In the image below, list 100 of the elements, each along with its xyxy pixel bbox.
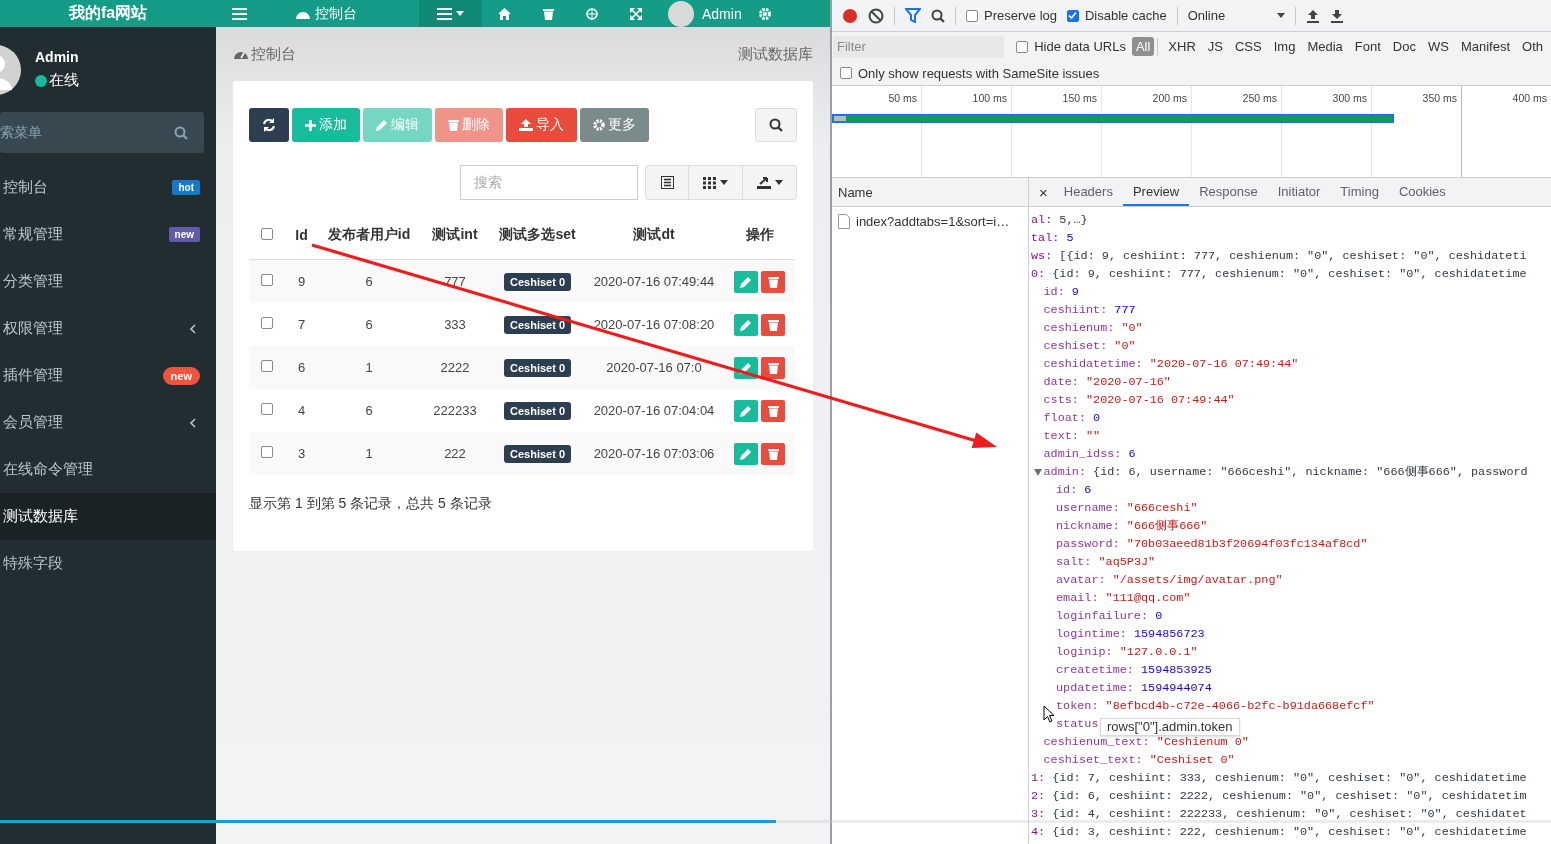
code-line: csts: "2020-07-16 07:49:44" <box>1043 393 1235 407</box>
code-line: updatetime: 1594944074 <box>1056 681 1212 695</box>
sidebar-item[interactable]: 权限管理 <box>0 305 216 352</box>
type-filter-tab[interactable]: CSS <box>1230 37 1266 56</box>
more-button[interactable]: 更多 <box>580 108 649 142</box>
panel-tab[interactable]: Cookies <box>1388 178 1456 206</box>
checkbox[interactable] <box>260 228 273 240</box>
column-header[interactable]: 测试dt <box>633 226 675 242</box>
panel-tab[interactable]: Initiator <box>1267 178 1331 206</box>
delete-button[interactable] <box>761 270 786 293</box>
video-progress-bar[interactable] <box>0 820 1551 823</box>
time-tick: 50 ms <box>888 92 917 104</box>
sidebar-item[interactable]: 特殊字段 <box>0 540 216 587</box>
sidebar-item[interactable]: 插件管理 new <box>0 352 216 399</box>
column-header[interactable]: 发布者用户id <box>327 226 411 242</box>
table-cell: 3 <box>297 446 306 461</box>
sidebar-item[interactable]: 分类管理 <box>0 258 216 305</box>
sidebar-item[interactable]: 会员管理 <box>0 399 216 446</box>
trash-icon <box>767 404 779 417</box>
menu-search-field[interactable]: 索菜单 <box>0 112 204 153</box>
checkbox[interactable] <box>840 67 852 79</box>
column-header[interactable]: 测试int <box>432 226 478 242</box>
type-filter-tab[interactable]: Media <box>1303 37 1347 56</box>
type-filter-tab[interactable]: WS <box>1423 37 1453 56</box>
refresh-button[interactable] <box>249 108 289 142</box>
trash-icon <box>767 361 779 374</box>
checkbox-label[interactable]: Disable cache <box>1085 8 1167 23</box>
time-tick: 400 ms <box>1512 92 1547 104</box>
edit-button[interactable] <box>733 399 758 422</box>
checkbox-label[interactable]: Preserve log <box>984 8 1057 23</box>
clear-icon[interactable] <box>868 7 884 24</box>
filter-icon[interactable] <box>905 8 921 23</box>
checkbox-label[interactable]: Hide data URLs <box>1034 39 1126 54</box>
column-header[interactable]: 测试多选set <box>499 226 576 242</box>
code-line: password: "70b03aeed81b3f20694f03fc134af8cd" <box>1056 537 1368 551</box>
sidebar-item[interactable]: 在线命令管理 <box>0 446 216 493</box>
checkbox[interactable] <box>260 317 273 329</box>
panel-tab[interactable]: Response <box>1189 178 1268 206</box>
checkbox[interactable] <box>260 446 273 458</box>
import-button[interactable]: 导入 <box>506 108 577 142</box>
close-button[interactable]: × <box>1039 183 1048 201</box>
checkbox[interactable] <box>260 403 273 415</box>
dropdown-button[interactable] <box>419 0 482 27</box>
code-line: loginfailure: 0 <box>1056 609 1163 623</box>
delete-button[interactable] <box>761 313 786 336</box>
type-filter-tab[interactable]: Manifest <box>1456 37 1515 56</box>
expand-triangle-icon[interactable] <box>1033 468 1042 476</box>
upload-icon[interactable] <box>1306 8 1321 23</box>
checkbox[interactable] <box>1067 9 1079 22</box>
checkbox[interactable] <box>260 274 273 286</box>
column-header[interactable]: 操作 <box>745 226 774 242</box>
code-line: ceshiint: 777 <box>1043 303 1136 317</box>
checkbox[interactable] <box>966 9 978 22</box>
cursor-icon <box>1043 705 1055 723</box>
set-badge: Ceshiset 0 <box>504 273 571 291</box>
code-line: id: 9 <box>1043 285 1079 299</box>
type-filter-tab[interactable]: Img <box>1269 37 1300 56</box>
checkbox-label[interactable]: Only show requests with SameSite issues <box>858 65 1100 81</box>
search-icon <box>769 118 783 132</box>
menu-icon <box>437 7 452 20</box>
trash-icon <box>767 275 779 288</box>
grid-icon <box>703 176 716 189</box>
column-header[interactable]: Id <box>295 227 308 243</box>
type-filter-tab[interactable]: XHR <box>1164 37 1200 56</box>
sidebar-item[interactable]: 常规管理 new <box>0 211 216 258</box>
record-button[interactable] <box>842 7 858 24</box>
breadcrumb-item[interactable]: 测试数据库 <box>738 44 813 64</box>
checkbox[interactable] <box>1016 40 1029 53</box>
delete-button[interactable] <box>761 399 786 422</box>
code-line: ceshiset: "0" <box>1043 339 1136 353</box>
throttling-select[interactable]: Online <box>1187 8 1286 23</box>
set-badge: Ceshiset 0 <box>504 445 571 463</box>
sidebar-item[interactable]: 控制台 hot <box>0 164 216 211</box>
panel-tab[interactable]: Preview <box>1122 178 1190 206</box>
request-name[interactable]: index?addtabs=1&sort=i… <box>856 213 1010 229</box>
code-line: 0: {id: 9, ceshiint: 777, ceshienum: "0", ceshiset: "0", ceshidatetime <box>1031 267 1527 281</box>
edit-button[interactable] <box>733 442 758 465</box>
trash-icon <box>767 318 779 331</box>
type-filter-tab[interactable]: Font <box>1350 37 1385 56</box>
code-line: status <box>1056 717 1099 731</box>
checkbox[interactable] <box>260 360 273 372</box>
code-line: 1: {id: 7, ceshiint: 333, ceshienum: "0", ceshiset: "0", ceshidatetime <box>1031 771 1527 785</box>
edit-button[interactable] <box>733 313 758 336</box>
column-header[interactable]: Name <box>838 184 873 200</box>
download-icon[interactable] <box>1330 8 1345 23</box>
type-filter-tab[interactable]: Oth <box>1518 37 1547 56</box>
code-line: ws: [{id: 9, ceshiint: 777, ceshienum: "0", ceshiset: "0", ceshidateti <box>1031 249 1527 263</box>
code-line: id: 6 <box>1056 483 1092 497</box>
type-filter-tab[interactable]: JS <box>1203 37 1227 56</box>
set-badge: Ceshiset 0 <box>504 359 571 377</box>
search-button[interactable] <box>755 108 797 142</box>
delete-button[interactable] <box>761 356 786 379</box>
panel-tab[interactable]: Timing <box>1330 178 1389 206</box>
sidebar-item[interactable]: 测试数据库 <box>0 493 216 540</box>
delete-button[interactable] <box>761 442 786 465</box>
caret-icon <box>1277 13 1286 18</box>
panel-tab[interactable]: Headers <box>1053 178 1123 206</box>
edit-button[interactable] <box>733 270 758 293</box>
avatar[interactable] <box>668 0 694 27</box>
type-filter-tab[interactable]: Doc <box>1388 37 1420 56</box>
